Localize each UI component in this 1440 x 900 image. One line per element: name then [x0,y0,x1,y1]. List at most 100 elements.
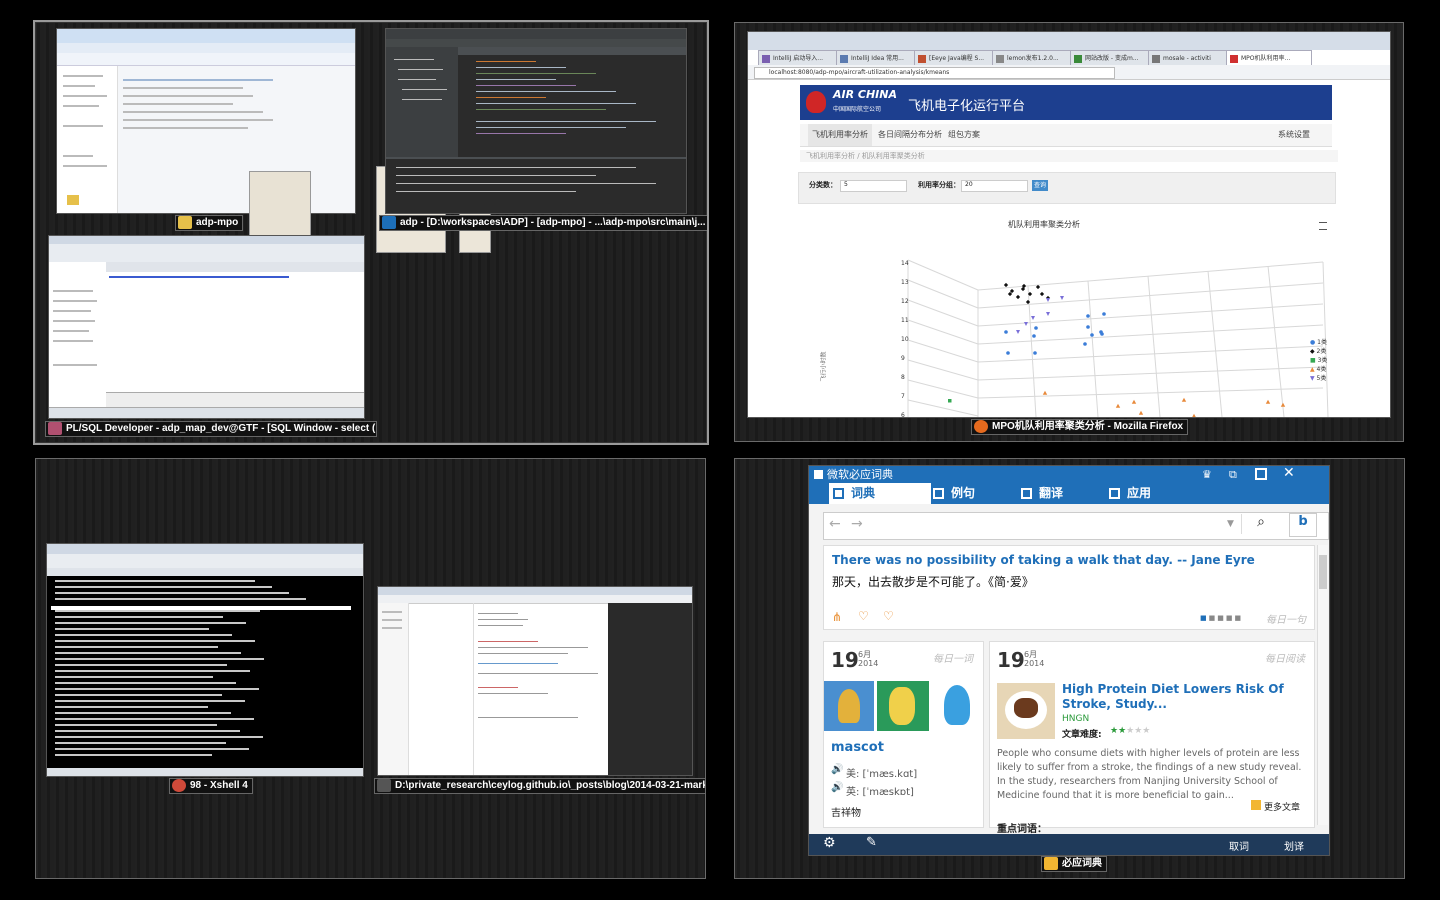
terminal-line [55,742,226,744]
word[interactable]: mascot [831,740,884,755]
search-icon[interactable]: ⌕ [1241,514,1280,534]
tab-icon [1152,55,1160,63]
tab-icon [1074,55,1082,63]
plsql-label[interactable]: PL/SQL Developer - adp_map_dev@GTF - [SQ… [45,421,377,437]
terminal-line [55,670,250,672]
settings-icon[interactable]: ⚙ [823,835,836,851]
mini-mode-icon[interactable]: ⧉ [1229,468,1237,482]
headline[interactable]: High Protein Diet Lowers Risk Of Stroke,… [1062,682,1312,712]
legend-item[interactable]: ● 1类 [1310,337,1327,346]
query-button[interactable]: 查询 [1032,180,1048,191]
terminal-line [55,646,218,648]
bing-icon[interactable]: b [1289,513,1317,537]
firefox-label[interactable]: MPO机队利用率聚类分析 - Mozilla Firefox [971,419,1189,435]
tab-dictionary[interactable]: 词典 [829,483,931,504]
maximize-icon[interactable] [1255,468,1267,480]
back-icon[interactable]: ← [829,516,841,532]
dropdown-icon[interactable]: ▼ [1227,519,1234,529]
platform-title: 飞机电子化运行平台 [908,99,1026,114]
key-words-label: 重点词语： [997,824,1047,835]
share-icon[interactable]: ⋔ [832,610,842,624]
terminal-line [55,754,212,756]
xshell-label[interactable]: 98 - Xshell 4 [169,778,253,794]
dict-thumbnail[interactable]: 微软必应词典 ♛ ⧉ ✕ 词典 例句 翻译 应用 ← → ▼ ⌕ b There… [809,466,1329,855]
difficulty-label: 文章难度: [1062,730,1102,740]
close-icon[interactable]: ✕ [1283,466,1295,481]
airline-name: 中国国际航空公司 [833,106,882,113]
daily-sentence-card[interactable]: There was no possibility of taking a wal… [823,545,1315,630]
explorer-thumbnail[interactable] [57,29,355,213]
firefox-tab[interactable]: IntelliJ 启动导入... [758,50,838,66]
more-articles[interactable]: 更多文章 [1264,800,1300,813]
xshell-thumbnail[interactable] [47,544,363,776]
legend-item[interactable]: ■ 3类 [1310,355,1327,364]
nav-item[interactable]: 组包方案 [948,124,980,146]
window-group-bottom-left[interactable]: 98 - Xshell 4 D:\private_research\ceylog… [35,458,706,879]
legend-item[interactable]: ▲ 4类 [1310,364,1326,373]
tab-examples[interactable]: 例句 [929,483,1031,504]
firefox-tab[interactable]: [Eeye Java编程 S... [914,50,994,66]
terminal-line [55,694,222,696]
y-tick-label: 6 [901,412,905,417]
terminal-line [55,724,217,726]
firefox-tab[interactable]: mosale - activiti [1148,50,1228,66]
favorite-icon[interactable]: ♡ [883,609,894,623]
search-input[interactable] [873,516,1225,534]
terminal-line [55,682,236,684]
mascot-image-3 [932,681,982,731]
scrollbar[interactable] [1317,545,1328,825]
plsql-icon [48,422,62,435]
firefox-tab[interactable]: IntelliJ Idea 常用... [836,50,916,66]
terminal-line [55,688,259,690]
tab-apps[interactable]: 应用 [1105,483,1207,504]
nav-item[interactable]: 各日间隔分布分析 [878,124,942,146]
word-of-day-card[interactable]: 19 6月 2014 每日一词 mascot 🔊 美: [ˈmæs.kɑt] 🔊… [823,641,984,828]
firefox-tab[interactable]: 网站改版 - 变成m... [1070,50,1150,66]
k-input[interactable]: 5 [840,180,907,192]
dict-label[interactable]: 必应词典 [1041,856,1107,872]
editor-thumbnail[interactable] [378,587,692,775]
legend-item[interactable]: ▼ 5类 [1310,373,1326,382]
window-group-top-right[interactable]: IntelliJ 启动导入... IntelliJ Idea 常用... [Ee… [734,22,1404,442]
terminal-line [55,628,209,630]
y-tick-label: 7 [901,393,905,400]
pin-icon[interactable]: ✎ [866,835,877,850]
daily-reading-card[interactable]: 19 6月 2014 每日阅读 High Protein Diet Lowers… [989,641,1315,835]
more-articles-icon[interactable] [1251,800,1261,810]
terminal-line [55,658,264,660]
plsql-thumbnail[interactable] [49,236,364,418]
chart-menu-icon[interactable] [1319,222,1327,230]
sentence-cn: 那天，出去散步是不可能了。《简·爱》 [832,575,1034,589]
capture-toggle[interactable]: 取词 [1229,838,1249,853]
nav-item[interactable]: 飞机利用率分析 [808,124,872,146]
firefox-tab[interactable]: lemon发布1.2.0... [992,50,1072,66]
window-group-bottom-right[interactable]: 微软必应词典 ♛ ⧉ ✕ 词典 例句 翻译 应用 ← → ▼ ⌕ b There… [734,458,1405,879]
sentence-en[interactable]: There was no possibility of taking a wal… [832,553,1255,567]
settings-menu[interactable]: 系统设置 [1278,124,1310,146]
editor-label[interactable]: D:\private_research\ceylog.github.io\_po… [374,778,705,794]
terminal-line [55,730,240,732]
firefox-tab-active[interactable]: MPO机队利用率... [1226,50,1312,66]
xshell-icon [172,779,186,792]
skin-icon[interactable]: ♛ [1202,468,1212,481]
url-bar[interactable]: localhost:8080/adp-mpo/aircraft-utilizat… [754,67,1115,79]
legend-item[interactable]: ◆ 2类 [1310,346,1326,355]
breadcrumb-item[interactable]: 飞机利用率分析 [806,152,855,160]
bing-dict-icon [1044,857,1058,870]
explorer-label[interactable]: adp-mpo [175,215,244,231]
intellij-thumbnail[interactable] [386,29,686,213]
speaker-us-icon[interactable]: 🔊 [831,764,843,775]
speaker-uk-icon[interactable]: 🔊 [831,782,843,793]
terminal-line [55,712,231,714]
window-group-top-left[interactable]: adp-mpo adp - [D:\workspaces\ADP] - [adp… [33,20,709,445]
forward-icon[interactable]: → [851,516,863,532]
group-input[interactable]: 20 [961,180,1028,192]
intellij-label[interactable]: adp - [D:\workspaces\ADP] - [adp-mpo] - … [379,215,707,231]
tab-translate[interactable]: 翻译 [1017,483,1119,504]
pager-dots[interactable]: ■■■■■ [1200,614,1243,622]
terminal-line [55,676,213,678]
breadcrumb: 飞机利用率分析 / 机队利用率聚类分析 [800,150,1338,162]
select-translate-toggle[interactable]: 划译 [1284,838,1304,853]
like-icon[interactable]: ♡ [858,609,869,623]
firefox-thumbnail[interactable]: IntelliJ 启动导入... IntelliJ Idea 常用... [Ee… [748,32,1390,417]
